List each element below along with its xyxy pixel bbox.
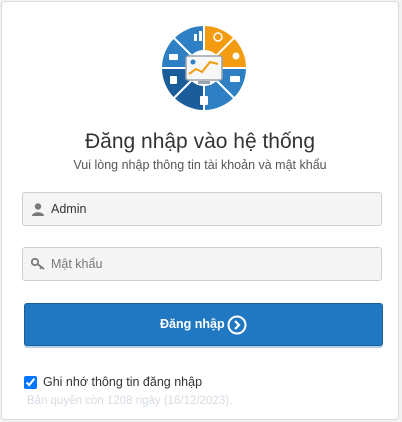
user-icon	[32, 203, 44, 216]
password-field[interactable]	[22, 247, 382, 281]
license-notice: Bản quyền còn 1208 ngày (16/12/2023).	[27, 395, 233, 407]
remember-me[interactable]: Ghi nhớ thông tin đăng nhập	[22, 374, 202, 390]
page-subtitle: Vui lòng nhập thông tin tài khoản và mật…	[73, 158, 327, 172]
remember-checkbox[interactable]	[24, 375, 37, 389]
password-input[interactable]	[51, 248, 371, 280]
login-card: Đăng nhập vào hệ thống Vui lòng nhập thô…	[1, 1, 399, 420]
key-icon	[31, 257, 45, 270]
analytics-dashboard-icon	[160, 24, 248, 112]
login-button-label: Đăng nhập	[160, 317, 225, 331]
remember-label: Ghi nhớ thông tin đăng nhập	[43, 375, 203, 389]
username-input[interactable]	[51, 193, 371, 225]
login-button[interactable]: Đăng nhập	[24, 303, 383, 346]
arrow-circle-right-icon	[227, 315, 247, 335]
username-field[interactable]	[22, 192, 382, 226]
page-title: Đăng nhập vào hệ thống	[84, 130, 316, 153]
